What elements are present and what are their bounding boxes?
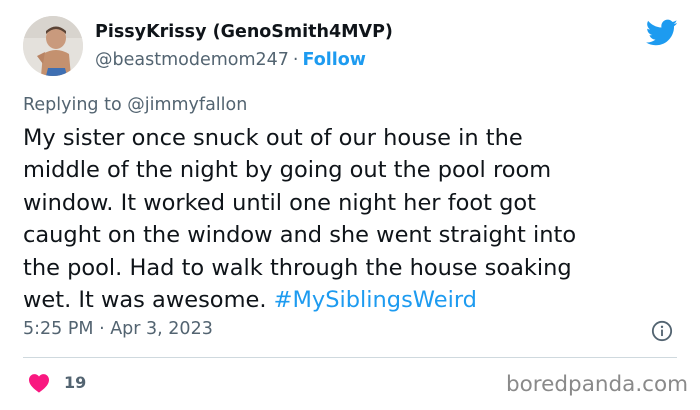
tweet-card: PissyKrissy (GenoSmith4MVP) @beastmodemo… bbox=[0, 0, 700, 410]
reply-mention-link[interactable]: @jimmyfallon bbox=[127, 95, 247, 115]
avatar-photo bbox=[23, 16, 83, 76]
like-count[interactable]: 19 bbox=[64, 373, 86, 392]
watermark: boredpanda.com bbox=[506, 372, 689, 397]
replying-to: Replying to @jimmyfallon bbox=[23, 95, 247, 115]
tweet-timestamp[interactable]: 5:25 PM · Apr 3, 2023 bbox=[23, 319, 213, 339]
info-icon[interactable] bbox=[651, 320, 673, 342]
follow-button[interactable]: Follow bbox=[303, 50, 366, 70]
tweet-text: My sister once snuck out of our house in… bbox=[23, 122, 683, 316]
handle-separator: · bbox=[292, 50, 299, 70]
replying-prefix: Replying to bbox=[23, 95, 128, 115]
divider bbox=[23, 357, 677, 358]
avatar[interactable] bbox=[23, 16, 83, 76]
heart-icon[interactable] bbox=[28, 373, 50, 393]
tweet-body: My sister once snuck out of our house in… bbox=[23, 125, 577, 314]
author-handle[interactable]: @beastmodemom247 bbox=[95, 50, 289, 70]
twitter-bird-icon[interactable] bbox=[646, 19, 678, 47]
author-handle-row: @beastmodemom247 · Follow bbox=[95, 50, 366, 70]
hashtag-link[interactable]: #MySiblingsWeird bbox=[274, 287, 477, 313]
author-display-name[interactable]: PissyKrissy (GenoSmith4MVP) bbox=[95, 22, 393, 42]
